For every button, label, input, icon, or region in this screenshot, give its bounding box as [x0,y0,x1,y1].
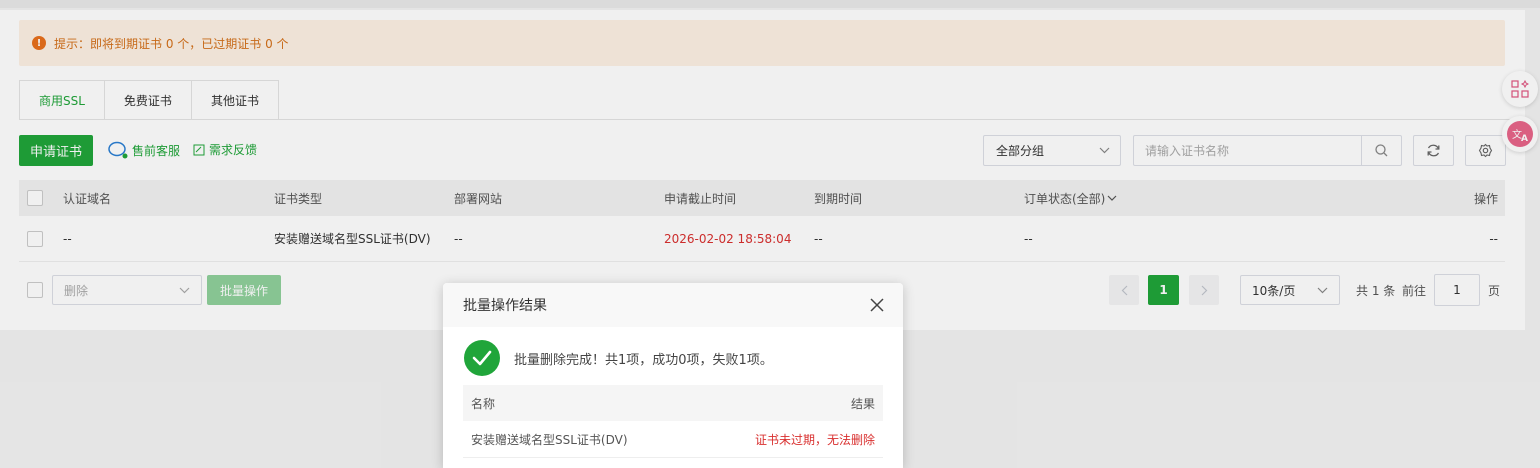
dialog-row-result: 证书未过期，无法删除 [754,432,875,447]
close-button[interactable] [869,297,885,313]
dialog-header-result: 结果 [850,396,875,411]
dialog-row-name: 安装赠送域名型SSL证书(DV) [471,432,628,447]
dialog-status: 批量删除完成！共1项，成功0项，失败1项。 [464,340,773,376]
dialog-table-header: 名称 结果 [463,385,883,421]
dialog-header-name: 名称 [471,396,496,411]
close-icon [870,298,884,312]
batch-result-dialog: 批量操作结果 批量删除完成！共1项，成功0项，失败1项。 名称 结果 安装赠送域… [443,283,903,468]
dialog-header: 批量操作结果 [443,283,903,327]
success-icon [464,340,500,376]
dialog-title: 批量操作结果 [463,298,547,314]
dialog-message: 批量删除完成！共1项，成功0项，失败1项。 [514,352,773,368]
dialog-table-row: 安装赠送域名型SSL证书(DV) 证书未过期，无法删除 [463,421,883,458]
